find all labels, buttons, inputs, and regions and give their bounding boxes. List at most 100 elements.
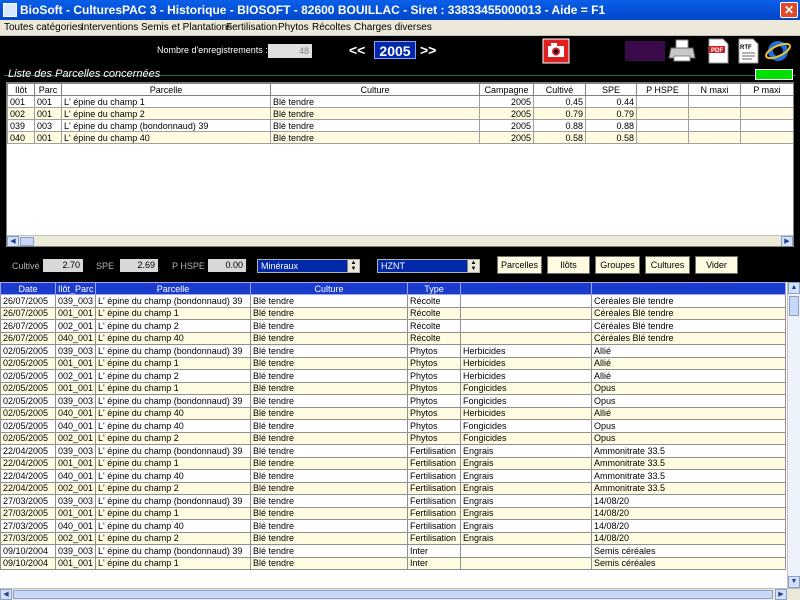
history-vertical-scrollbar[interactable]: ▲ ▼	[787, 282, 800, 588]
camera-icon[interactable]	[542, 38, 570, 64]
history-row[interactable]: 02/05/2005 001_001 L' épine du champ 1 Blé …	[0, 381, 786, 395]
history-row[interactable]: 26/07/2005 002_001 L' épine du champ 2 Blé …	[0, 319, 786, 333]
groupes-button[interactable]: Groupes	[595, 256, 640, 274]
table-cell: 02/05/2005	[0, 381, 56, 395]
history-row[interactable]: 26/07/2005 040_001 L' épine du champ 40 Blé…	[0, 331, 786, 345]
history-row[interactable]: 22/04/2005 001_001 L' épine du champ 1 Blé …	[0, 456, 786, 470]
table-cell: Blé tendre	[250, 369, 408, 383]
scroll-right-icon[interactable]: ▶	[775, 589, 787, 600]
table-cell: Opus	[591, 381, 786, 395]
history-row[interactable]: 27/03/2005 039_003 L' épine du champ (bond…	[0, 494, 786, 508]
scroll-thumb[interactable]	[13, 590, 773, 599]
spin-icon[interactable]: ▲ ▼	[467, 260, 479, 272]
table-cell: Blé tendre	[270, 119, 480, 132]
previous-year-button[interactable]: <<	[349, 42, 365, 58]
table-cell	[460, 556, 592, 570]
history-row[interactable]: 26/07/2005 039_003 L' épine du champ (bond…	[0, 294, 786, 308]
menu-phytos[interactable]: Phytos	[278, 22, 309, 33]
table-cell: Blé tendre	[250, 394, 408, 408]
history-row[interactable]: 27/03/2005 002_001 L' épine du champ 2 Blé …	[0, 531, 786, 545]
table-cell: Inter	[407, 544, 461, 558]
table-cell: 003	[34, 119, 62, 132]
history-row[interactable]: 26/07/2005 001_001 L' épine du champ 1 Blé …	[0, 306, 786, 320]
table-cell: Opus	[591, 419, 786, 433]
column-header[interactable]: Culture	[250, 282, 408, 295]
history-row[interactable]: 22/04/2005 039_003 L' épine du champ (bond…	[0, 444, 786, 458]
history-row[interactable]: 02/05/2005 039_003 L' épine du champ (bond…	[0, 344, 786, 358]
internet-explorer-icon[interactable]	[764, 38, 792, 64]
table-cell: 001_001	[55, 506, 96, 520]
history-row[interactable]: 02/05/2005 001_001 L' épine du champ 1 Blé …	[0, 356, 786, 370]
history-row[interactable]: 02/05/2005 002_001 L' épine du champ 2 Blé …	[0, 369, 786, 383]
blank-icon[interactable]	[625, 38, 665, 64]
column-header[interactable]: Type	[407, 282, 461, 295]
column-header[interactable]: SPE	[585, 83, 637, 96]
menu-fertilisation[interactable]: Fertilisation	[226, 22, 277, 33]
column-header[interactable]	[460, 282, 592, 295]
table-cell: L' épine du champ (bondonnaud) 39	[95, 344, 251, 358]
parcel-row[interactable]: 039 003 L' épine du champ (bondonnaud) 39 B…	[7, 119, 793, 132]
history-row[interactable]: 02/05/2005 002_001 L' épine du champ 2 Blé …	[0, 431, 786, 445]
table-cell: Blé tendre	[270, 95, 480, 108]
scroll-thumb[interactable]	[20, 237, 34, 246]
parcel-row[interactable]: 040 001 L' épine du champ 40 Blé tendre 2005…	[7, 131, 793, 144]
column-header[interactable]: Campagne	[479, 83, 534, 96]
column-header[interactable]: Ilôt	[7, 83, 35, 96]
history-horizontal-scrollbar[interactable]: ◀ ▶	[0, 588, 800, 600]
column-header[interactable]: P maxi	[740, 83, 793, 96]
menu-toutes-categories[interactable]: Toutes catégories	[4, 22, 82, 33]
column-header[interactable]: Ilôt_Parc	[55, 282, 96, 295]
fertilizer-type-select[interactable]: Minéraux ▲ ▼	[257, 259, 360, 273]
menu-interventions[interactable]: Interventions	[81, 22, 138, 33]
rtf-icon[interactable]: RTF	[734, 38, 762, 64]
column-header[interactable]: Parcelle	[61, 83, 271, 96]
parcel-row[interactable]: 001 001 L' épine du champ 1 Blé tendre 2005 0…	[7, 95, 793, 108]
parcelles-button[interactable]: Parcelles	[497, 256, 542, 274]
next-year-button[interactable]: >>	[420, 42, 436, 58]
scroll-down-icon[interactable]: ▼	[788, 576, 800, 588]
menu-recoltes[interactable]: Récoltes	[312, 22, 351, 33]
history-grid[interactable]: Date Ilôt_Parc Parcelle Culture Type 26/…	[0, 282, 800, 600]
table-cell: 02/05/2005	[0, 356, 56, 370]
history-row[interactable]: 27/03/2005 001_001 L' épine du champ 1 Blé …	[0, 506, 786, 520]
column-header[interactable]: P HSPE	[636, 83, 689, 96]
column-header[interactable]: Parc	[34, 83, 62, 96]
scroll-thumb[interactable]	[789, 296, 799, 316]
history-row[interactable]: 02/05/2005 039_003 L' épine du champ (bond…	[0, 394, 786, 408]
history-row[interactable]: 27/03/2005 040_001 L' épine du champ 40 Blé…	[0, 519, 786, 533]
ilots-button[interactable]: Ilôts	[547, 256, 590, 274]
column-header[interactable]	[591, 282, 786, 295]
column-header[interactable]: N maxi	[688, 83, 741, 96]
history-row[interactable]: 09/10/2004 039_003 L' épine du champ (bond…	[0, 544, 786, 558]
scroll-right-icon[interactable]: ▶	[781, 236, 793, 246]
table-cell: Blé tendre	[250, 556, 408, 570]
table-cell: Céréales Blé tendre	[591, 331, 786, 345]
menu-charges-diverses[interactable]: Charges diverses	[354, 22, 432, 33]
menu-semis-plantations[interactable]: Semis et Plantations	[141, 22, 232, 33]
parcel-row[interactable]: 002 001 L' épine du champ 2 Blé tendre 2005 0…	[7, 107, 793, 120]
cultures-button[interactable]: Cultures	[645, 256, 690, 274]
zone-select[interactable]: HZNT ▲ ▼	[377, 259, 480, 273]
scroll-left-icon[interactable]: ◀	[7, 236, 19, 246]
history-row[interactable]: 02/05/2005 040_001 L' épine du champ 40 Blé…	[0, 406, 786, 420]
scroll-left-icon[interactable]: ◀	[0, 589, 12, 600]
history-row[interactable]: 02/05/2005 040_001 L' épine du champ 40 Blé…	[0, 419, 786, 433]
history-row[interactable]: 09/10/2004 001_001 L' épine du champ 1 Blé …	[0, 556, 786, 570]
zone-value: HZNT	[381, 261, 405, 271]
parcels-grid[interactable]: Ilôt Parc Parcelle Culture Campagne Cult…	[6, 82, 794, 247]
vider-button[interactable]: Vider	[695, 256, 738, 274]
table-cell: Blé tendre	[250, 519, 408, 533]
history-row[interactable]: 22/04/2005 002_001 L' épine du champ 2 Blé …	[0, 481, 786, 495]
column-header[interactable]: Culture	[270, 83, 480, 96]
column-header[interactable]: Cultivé	[533, 83, 586, 96]
printer-icon[interactable]	[668, 38, 696, 64]
parcels-horizontal-scrollbar[interactable]: ◀ ▶	[7, 235, 793, 246]
column-header[interactable]: Date	[0, 282, 56, 295]
column-header[interactable]: Parcelle	[95, 282, 251, 295]
close-button[interactable]: ✕	[780, 2, 798, 18]
table-cell: 001_001	[55, 306, 96, 320]
spin-icon[interactable]: ▲ ▼	[347, 260, 359, 272]
history-row[interactable]: 22/04/2005 040_001 L' épine du champ 40 Blé…	[0, 469, 786, 483]
scroll-up-icon[interactable]: ▲	[788, 282, 800, 294]
pdf-icon[interactable]: PDF	[704, 38, 732, 64]
